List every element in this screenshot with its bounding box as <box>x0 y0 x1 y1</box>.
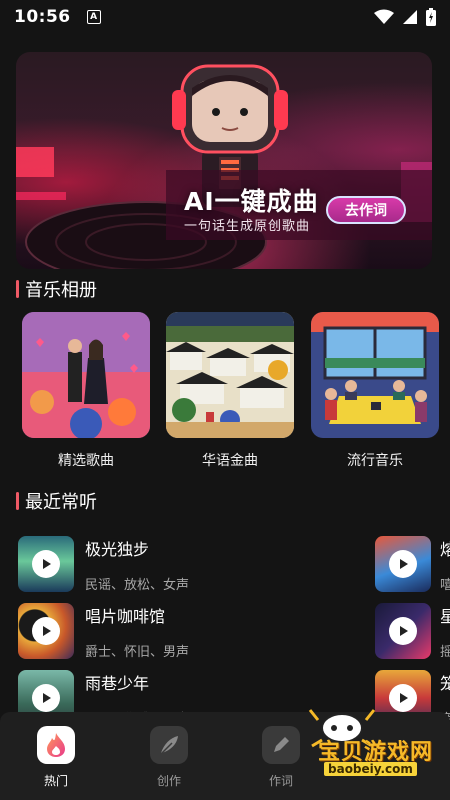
song-row[interactable]: 极光独步 民谣、放松、女声 <box>18 536 358 593</box>
song-row-partial[interactable]: 星 摇 <box>375 603 450 659</box>
album-label: 精选歌曲 <box>58 453 114 469</box>
tab-label: 作词 <box>268 774 293 788</box>
album-card-featured[interactable]: 精选歌曲 <box>22 312 150 472</box>
song-title: 唱片咖啡馆 <box>85 606 166 626</box>
feather-icon <box>150 726 188 764</box>
section-accent-bar <box>16 492 19 510</box>
song-row-partial[interactable]: 熔 嘻 <box>375 536 450 592</box>
play-icon[interactable] <box>32 617 60 645</box>
song-tags: 摇 <box>440 644 450 660</box>
song-cover <box>375 536 431 592</box>
status-time: 10:56 <box>14 7 71 27</box>
album-cover <box>311 312 439 438</box>
play-icon[interactable] <box>389 550 417 578</box>
flame-icon <box>37 726 75 764</box>
album-card-pop-music[interactable]: 流行音乐 <box>311 312 439 472</box>
tab-label: 热门 <box>43 774 68 788</box>
song-title: 极光独步 <box>85 539 150 559</box>
band-room-illustration-icon <box>311 312 439 438</box>
recent-section-header: 最近常听 <box>16 488 97 514</box>
status-indicators <box>374 8 436 26</box>
recent-section-title: 最近常听 <box>25 492 97 513</box>
albums-section-title: 音乐相册 <box>25 280 97 301</box>
album-label: 华语金曲 <box>202 453 258 469</box>
wifi-icon <box>374 9 394 24</box>
play-icon[interactable] <box>32 684 60 712</box>
pencil-icon <box>262 726 300 764</box>
song-row[interactable]: 唱片咖啡馆 爵士、怀旧、男声 <box>18 603 358 660</box>
status-bar: 10:56 A <box>0 0 450 34</box>
song-cover <box>18 603 74 659</box>
tab-label: 创作 <box>156 774 181 788</box>
song-title: 星 <box>440 606 450 626</box>
tab-hot[interactable]: 热门 <box>21 726 91 789</box>
couple-illustration-icon <box>22 312 150 438</box>
tab-create[interactable]: 创作 <box>134 726 204 789</box>
village-illustration-icon <box>166 312 294 438</box>
song-title: 熔 <box>440 539 450 559</box>
song-tags: 爵士、怀旧、男声 <box>85 644 190 660</box>
album-cover <box>22 312 150 438</box>
robot-dj-illustration <box>16 64 432 269</box>
section-accent-bar <box>16 280 19 298</box>
notification-icon: A <box>86 10 101 24</box>
play-icon[interactable] <box>389 617 417 645</box>
song-cover <box>18 536 74 592</box>
play-icon[interactable] <box>32 550 60 578</box>
write-lyrics-button[interactable]: 去作词 <box>326 196 406 224</box>
watermark-url: baobeiy.com <box>324 762 417 776</box>
album-label: 流行音乐 <box>347 453 403 469</box>
song-title: 雨巷少年 <box>85 673 150 693</box>
song-tags: 民谣、放松、女声 <box>85 577 190 593</box>
album-card-chinese-classics[interactable]: 华语金曲 <box>166 312 294 472</box>
banner-subtitle: 一句话生成原创歌曲 <box>184 219 311 234</box>
song-cover <box>375 603 431 659</box>
signal-icon <box>403 10 417 24</box>
battery-icon <box>426 8 436 26</box>
ai-song-banner[interactable]: AI一键成曲 一句话生成原创歌曲 去作词 <box>16 52 432 269</box>
banner-title: AI一键成曲 <box>184 187 319 216</box>
album-cover <box>166 312 294 438</box>
song-title: 笼 <box>440 673 450 693</box>
song-tags: 嘻 <box>440 577 450 593</box>
albums-section-header: 音乐相册 <box>16 276 97 302</box>
